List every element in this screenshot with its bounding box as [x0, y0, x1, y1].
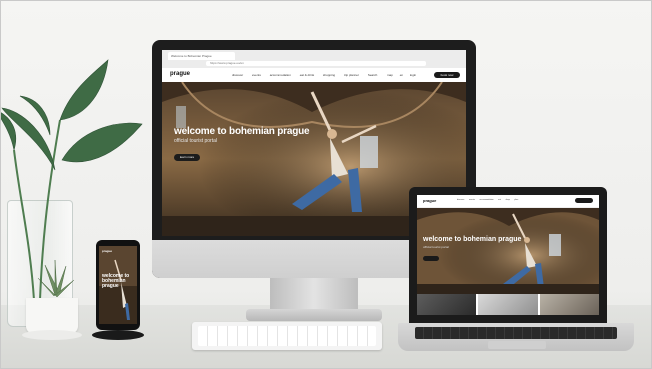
image-border: [0, 0, 652, 369]
mockup-scene: Welcome to Bohemian Prague https://www.p…: [0, 0, 652, 369]
